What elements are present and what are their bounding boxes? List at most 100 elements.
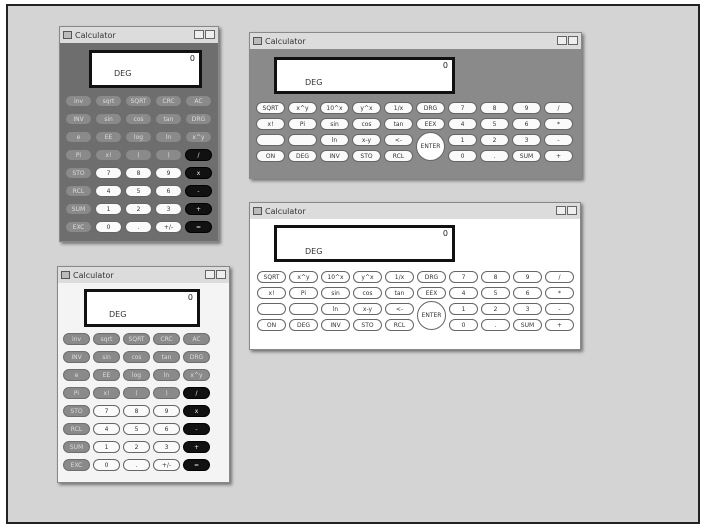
key-op[interactable]: / [185,149,212,161]
key-0[interactable]: 0 [448,150,477,162]
key-6[interactable]: 6 [153,423,180,435]
key-4[interactable]: 4 [448,118,477,130]
key-rcl[interactable]: RCL [384,150,413,162]
key-2[interactable]: 2 [123,441,150,453]
key-x-y[interactable]: x-y [352,134,381,146]
key-inv[interactable]: inv [65,95,92,107]
key-blank[interactable] [256,134,285,146]
key-eex[interactable]: EEX [416,118,445,130]
key-x[interactable]: x! [257,287,286,299]
key-e[interactable]: e [65,131,92,143]
key-op[interactable]: = [185,221,212,233]
key-op[interactable]: +/- [155,221,182,233]
key-sum[interactable]: SUM [512,150,541,162]
key-1[interactable]: 1 [449,303,478,315]
key-op[interactable]: ) [155,149,182,161]
key-op[interactable]: . [123,459,150,471]
key-sto[interactable]: STO [63,405,90,417]
close-button[interactable] [216,270,226,279]
key-y-x[interactable]: y^x [353,271,382,283]
key-2[interactable]: 2 [125,203,152,215]
key-0[interactable]: 0 [93,459,120,471]
key-op[interactable]: + [545,319,574,331]
calculator-window-light[interactable]: Calculator 0 DEG inv sqrt SQRT CRC AC INV sin c… [57,266,230,483]
key-3[interactable]: 3 [153,441,180,453]
key-x[interactable]: x [185,167,212,179]
key-op[interactable]: + [185,203,212,215]
key-6[interactable]: 6 [513,287,542,299]
key-inv[interactable]: INV [63,351,90,363]
key-e[interactable]: e [63,369,90,381]
key-7[interactable]: 7 [449,271,478,283]
key-crc[interactable]: CRC [155,95,182,107]
key-3[interactable]: 3 [155,203,182,215]
key-crc[interactable]: CRC [153,333,180,345]
key-10-x[interactable]: 10^x [320,102,349,114]
key-drg[interactable]: DRG [183,351,210,363]
key-sin[interactable]: sin [95,113,122,125]
key-op[interactable]: . [481,319,510,331]
key-inv[interactable]: inv [63,333,90,345]
key-x[interactable]: x [183,405,210,417]
key-ln[interactable]: ln [153,369,180,381]
key-7[interactable]: 7 [95,167,122,179]
key-2[interactable]: 2 [481,303,510,315]
key-ac[interactable]: AC [185,95,212,107]
key-cos[interactable]: cos [125,113,152,125]
key-x-y[interactable]: x^y [289,271,318,283]
key-drg[interactable]: DRG [417,271,446,283]
key-5[interactable]: 5 [123,423,150,435]
key-ln[interactable]: ln [321,303,350,315]
title-bar[interactable]: Calculator [60,27,218,43]
key-tan[interactable]: tan [384,118,413,130]
key-8[interactable]: 8 [123,405,150,417]
key-op[interactable]: <- [384,134,413,146]
key-cos[interactable]: cos [123,351,150,363]
key-x[interactable]: x! [95,149,122,161]
key-deg[interactable]: DEG [289,319,318,331]
key-5[interactable]: 5 [125,185,152,197]
key-deg[interactable]: DEG [288,150,317,162]
key-sqrt[interactable]: sqrt [93,333,120,345]
minimize-button[interactable] [194,30,204,39]
key-sto[interactable]: STO [352,150,381,162]
key-tan[interactable]: tan [385,287,414,299]
key-sqrt[interactable]: SQRT [125,95,152,107]
calculator-window-wide-gray[interactable]: Calculator 0 DEG SQRT x^y 10^x y^x 1/x DRG 7 8 9… [249,32,582,179]
key-0[interactable]: 0 [449,319,478,331]
title-bar[interactable]: Calculator [250,203,580,219]
key-2[interactable]: 2 [480,134,509,146]
key-8[interactable]: 8 [125,167,152,179]
key-9[interactable]: 9 [513,271,542,283]
key-cos[interactable]: cos [352,118,381,130]
key-on[interactable]: ON [256,150,285,162]
key-8[interactable]: 8 [481,271,510,283]
key-op[interactable]: / [544,102,573,114]
key-drg[interactable]: DRG [185,113,212,125]
key-log[interactable]: log [123,369,150,381]
key-x-y[interactable]: x^y [183,369,210,381]
key-7[interactable]: 7 [448,102,477,114]
key-tan[interactable]: tan [153,351,180,363]
key-x[interactable]: x! [93,387,120,399]
key-sum[interactable]: SUM [63,441,90,453]
key-blank[interactable] [289,303,318,315]
key-6[interactable]: 6 [512,118,541,130]
key-ln[interactable]: ln [155,131,182,143]
key-exc[interactable]: EXC [65,221,92,233]
calculator-window-wide-white[interactable]: Calculator 0 DEG SQRT x^y 10^x y^x 1/x DRG 7 8 9… [249,202,581,350]
close-button[interactable] [568,36,578,45]
key-ee[interactable]: EE [95,131,122,143]
minimize-button[interactable] [205,270,215,279]
key-4[interactable]: 4 [93,423,120,435]
key-ee[interactable]: EE [93,369,120,381]
key-op[interactable]: - [545,303,574,315]
key-op[interactable]: * [544,118,573,130]
key-5[interactable]: 5 [481,287,510,299]
key-sin[interactable]: sin [320,118,349,130]
calculator-window-dark[interactable]: Calculator 0 DEG inv sqrt SQRT CRC AC INV sin c… [59,26,219,242]
key-9[interactable]: 9 [155,167,182,179]
key-blank[interactable] [257,303,286,315]
key-4[interactable]: 4 [95,185,122,197]
key-sum[interactable]: SUM [65,203,92,215]
